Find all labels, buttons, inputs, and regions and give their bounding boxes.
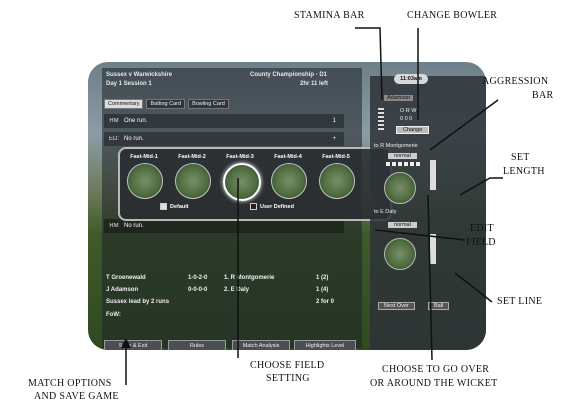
edit-field-leader — [374, 229, 466, 241]
annotation-set-length-2: LENGTH — [503, 166, 545, 177]
choose-over-leader — [427, 194, 433, 361]
stamina-bar-leader — [355, 27, 383, 101]
annotation-match-options-1: MATCH OPTIONS — [28, 378, 112, 389]
set-length-leader — [459, 177, 503, 196]
annotation-match-options-2: AND SAVE GAME — [34, 391, 119, 402]
annotation-edit-field-2: FIELD — [466, 237, 496, 248]
annotation-choose-field-2: SETTING — [266, 373, 310, 384]
set-line-leader — [454, 272, 493, 303]
annotation-choose-field-1: CHOOSE FIELD — [250, 360, 325, 371]
annotation-lines — [121, 27, 503, 385]
annotation-change-bowler: CHANGE BOWLER — [407, 10, 498, 21]
annotation-set-line: SET LINE — [497, 296, 543, 307]
annotation-aggression-1: AGGRESSION — [482, 76, 549, 87]
match-options-arrowhead — [121, 338, 131, 348]
annotation-edit-field-1: EDIT — [470, 223, 494, 234]
annotation-stamina-bar: STAMINA BAR — [294, 10, 365, 21]
annotation-set-length-1: SET — [511, 152, 530, 163]
aggression-bar-leader — [429, 99, 499, 151]
annotation-choose-over-1: CHOOSE TO GO OVER — [382, 364, 490, 375]
annotation-choose-over-2: OR AROUND THE WICKET — [370, 378, 498, 389]
annotation-aggression-2: BAR — [532, 90, 554, 101]
